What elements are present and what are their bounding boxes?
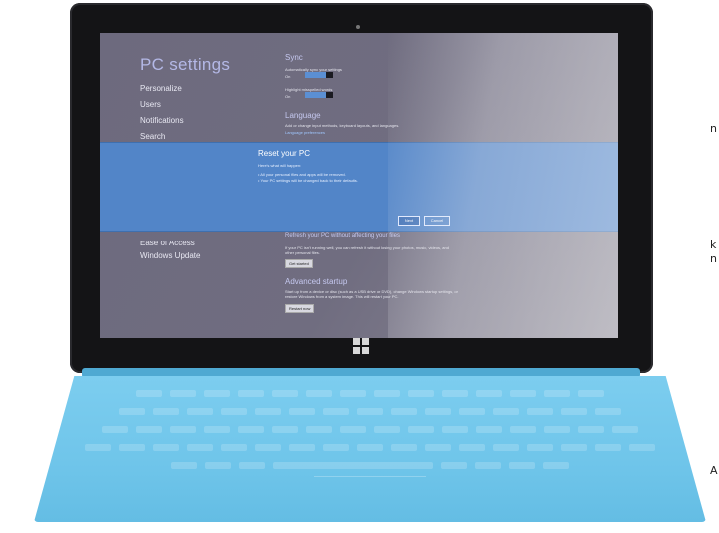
nav-item-personalize[interactable]: Personalize [140,81,184,97]
next-button[interactable]: Next [398,216,420,226]
key-row [34,462,706,472]
language-link[interactable]: Language preferences [285,130,325,135]
key-row [34,390,706,400]
settings-nav: Personalize Users Notifications Search [140,81,184,145]
key-row [34,426,706,436]
dialog-subtitle: Here's what will happen: [258,163,302,168]
nav-item-ease-of-access[interactable]: Ease of Access [140,241,200,249]
side-text-3: n [710,252,717,265]
dialog-bullet-1: • All your personal files and apps will … [258,172,346,177]
page-title: PC settings [140,55,231,74]
nav-item-windows-update[interactable]: Windows Update [140,249,200,263]
touchpad[interactable] [314,476,426,511]
key-row [34,444,706,454]
refresh-title: Refresh your PC without affecting your f… [285,233,400,239]
advanced-desc: Start up from a device or disc (such as … [285,289,458,299]
sync-toggle1[interactable] [305,72,333,78]
refresh-desc: If your PC isn't running well, you can r… [285,245,449,255]
tablet-device: PC settings Personalize Users Notificati… [70,3,653,373]
sync-title: Sync [285,53,303,62]
get-started-button[interactable]: Get started [285,259,313,268]
language-title: Language [285,111,321,120]
side-text-1: n [710,122,717,135]
cancel-button[interactable]: Cancel [424,216,450,226]
sync-toggle1-state: On [285,74,291,79]
key-row [34,408,706,418]
advanced-title: Advanced startup [285,277,348,286]
side-text-4: A [710,464,718,477]
nav-item-notifications[interactable]: Notifications [140,113,184,129]
dialog-bullet-2: • Your PC settings will be changed back … [258,178,358,183]
restart-now-button[interactable]: Restart now [285,304,315,313]
settings-nav-lower: Ease of Access Windows Update [140,241,200,263]
nav-item-users[interactable]: Users [140,97,184,113]
language-desc: Add or change input methods, keyboard la… [285,123,400,128]
sync-toggle2[interactable] [305,92,333,98]
screen: PC settings Personalize Users Notificati… [100,33,618,338]
reset-dialog: Reset your PC Here's what will happen: •… [100,143,618,231]
keyboard-cover [34,376,706,522]
side-text-2: k [710,238,717,251]
dialog-title: Reset your PC [258,149,311,158]
sync-toggle2-state: On [285,94,291,99]
camera-icon [356,16,368,47]
windows-logo-icon[interactable] [353,338,369,354]
